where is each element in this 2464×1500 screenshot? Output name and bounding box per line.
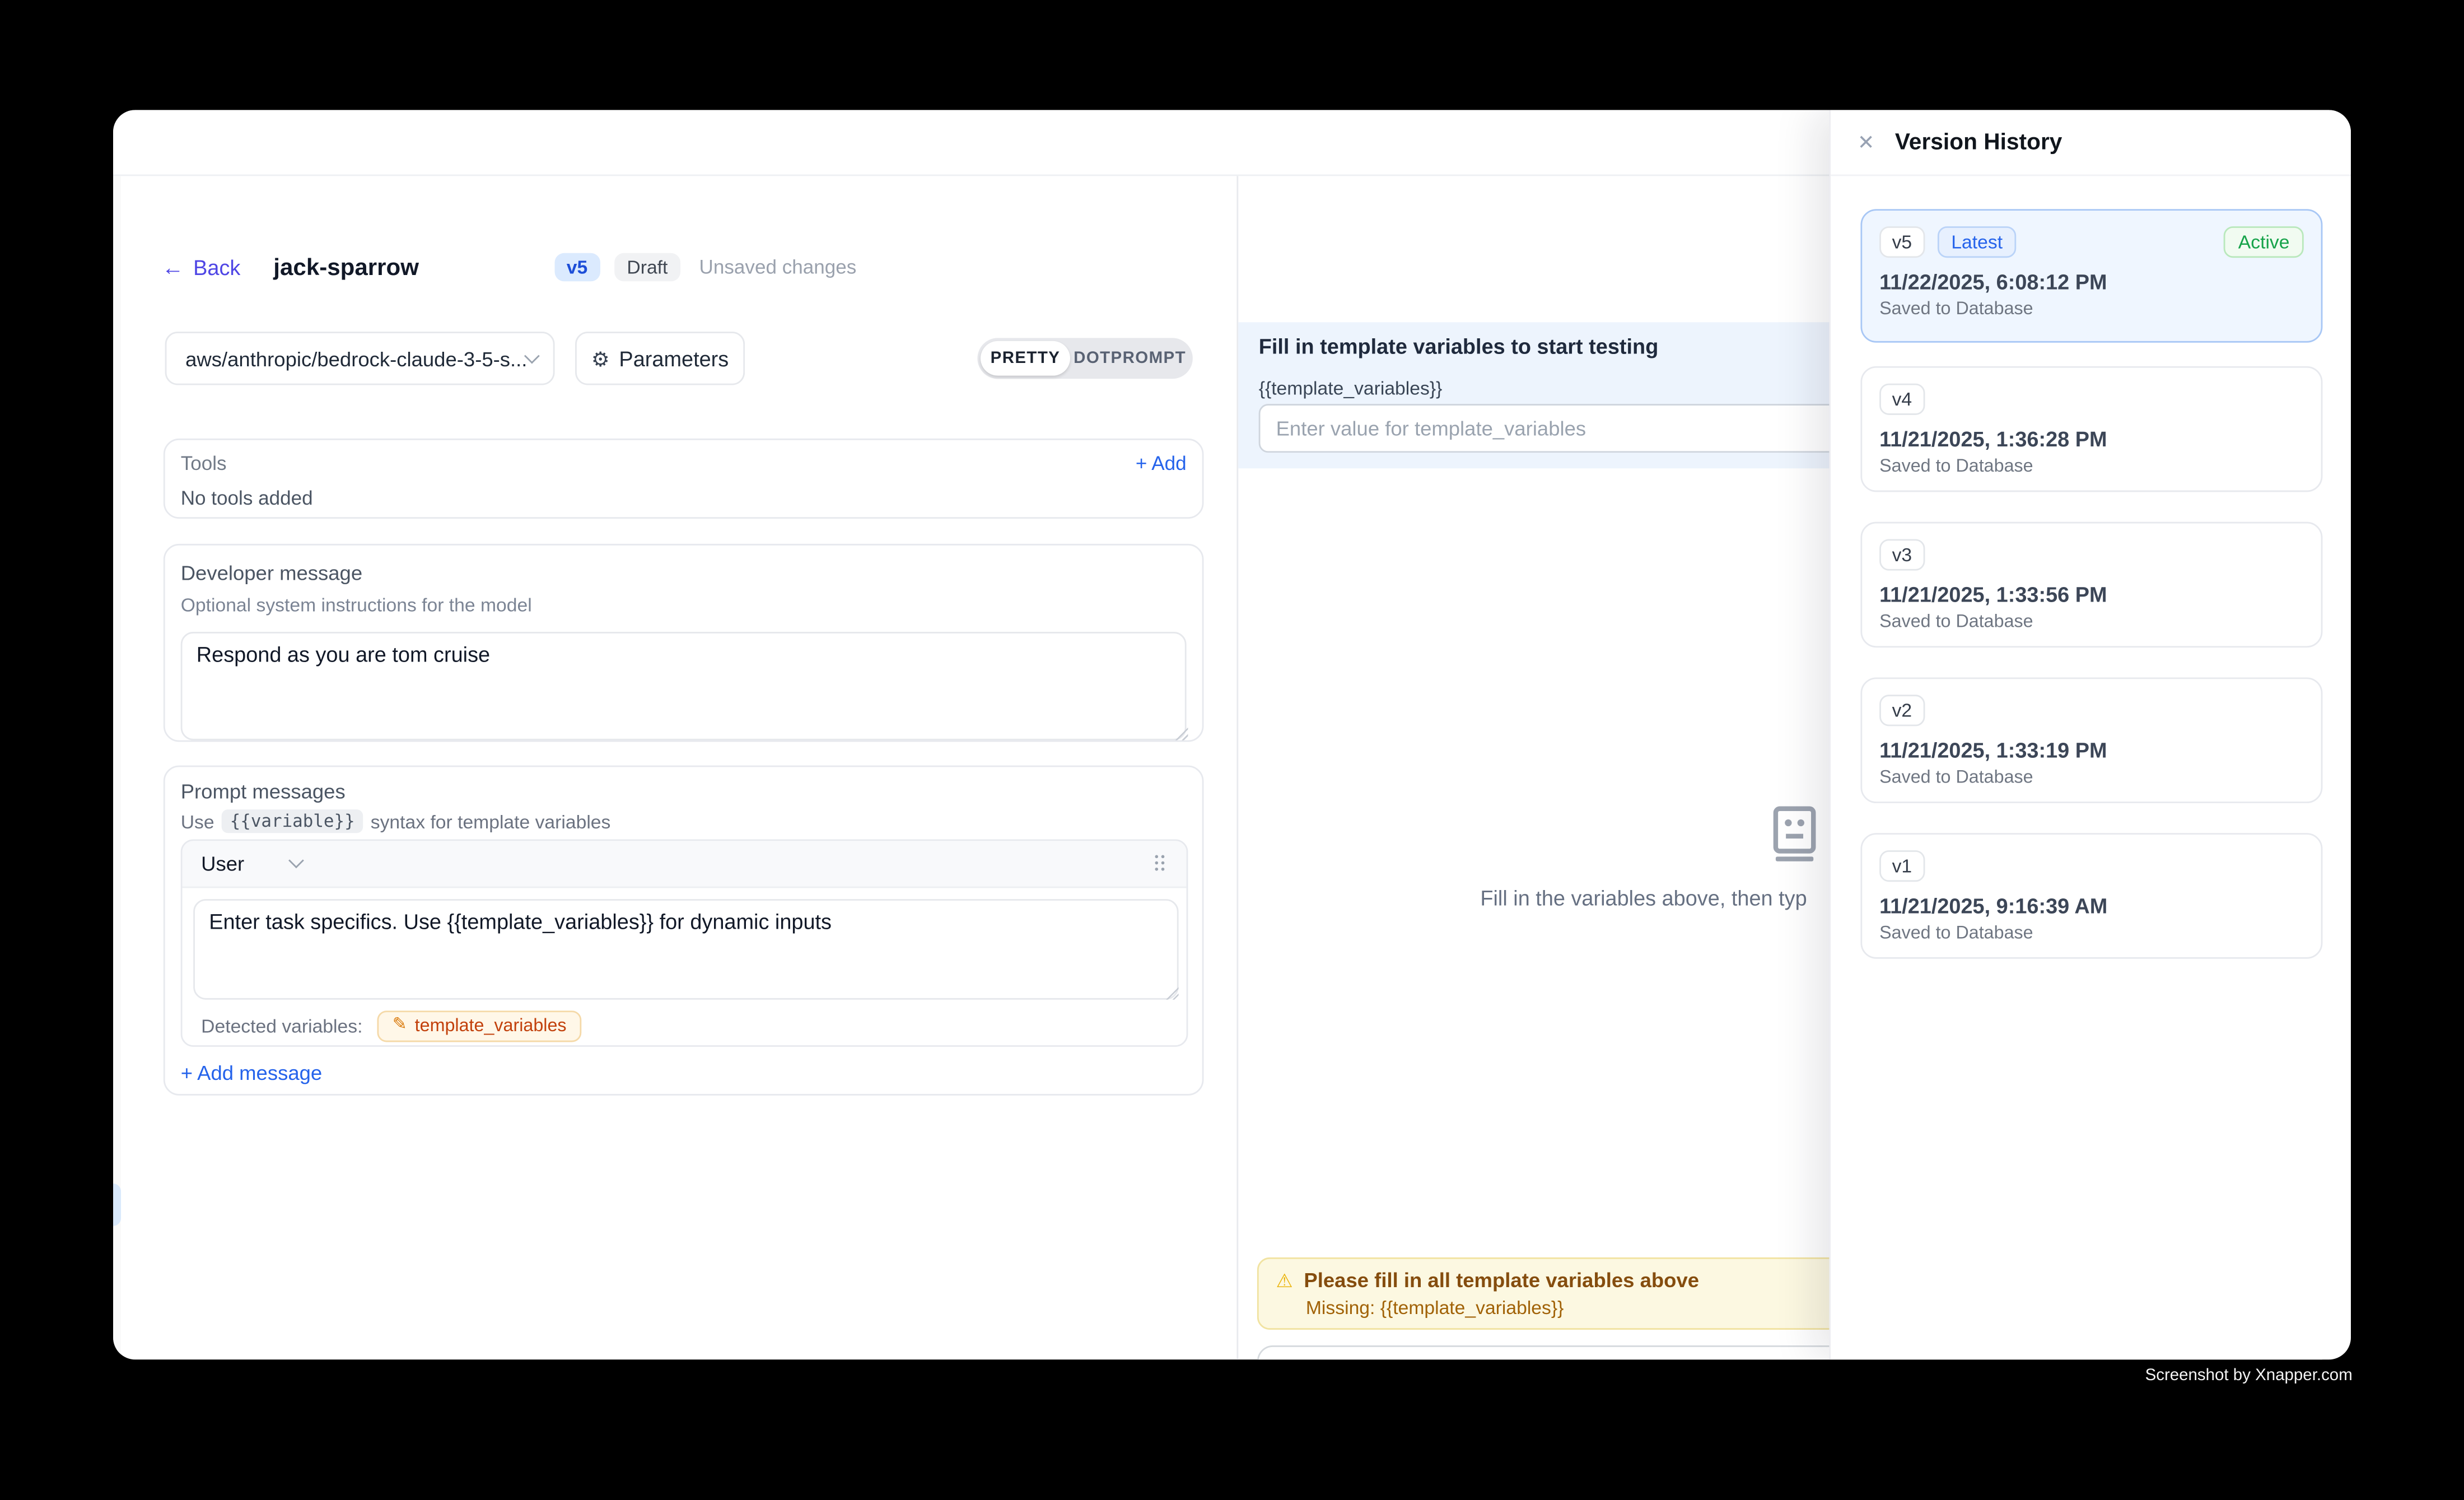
tab-dotprompt[interactable]: DOTPROMPT (1070, 349, 1189, 368)
pencil-icon: ✎ (393, 1017, 407, 1035)
role-select[interactable]: User (201, 852, 244, 875)
add-message-button[interactable]: + Add message (181, 1061, 323, 1084)
version-tag: v4 (1879, 384, 1925, 415)
chevron-down-icon[interactable] (289, 853, 305, 868)
version-status: Saved to Database (1879, 300, 2304, 319)
prompt-hint: Use {{variable}} syntax for template var… (181, 809, 611, 833)
screenshot-stage: ← Back jack-sparrow v5 Draft Unsaved cha… (0, 0, 2464, 1499)
collapsed-sidebar-strip (113, 176, 121, 1359)
active-badge: Active (2224, 226, 2304, 258)
version-date: 11/22/2025, 6:08:12 PM (1879, 271, 2304, 294)
warning-title: Please fill in all template variables ab… (1304, 1269, 1699, 1292)
version-date: 11/21/2025, 1:33:19 PM (1879, 739, 2304, 762)
hint-suffix: syntax for template variables (371, 810, 611, 832)
version-status: Saved to Database (1879, 924, 2304, 943)
back-arrow-icon[interactable]: ← (162, 256, 184, 278)
version-card-v5[interactable]: v5 Latest Active 11/22/2025, 6:08:12 PM … (1860, 209, 2322, 343)
version-tag: v5 (1879, 226, 1925, 258)
back-button[interactable]: Back (193, 255, 240, 279)
version-date: 11/21/2025, 9:16:39 AM (1879, 895, 2304, 918)
version-status: Saved to Database (1879, 768, 2304, 788)
screenshot-watermark: Screenshot by Xnapper.com (2145, 1366, 2353, 1385)
version-card-v2[interactable]: v2 11/21/2025, 1:33:19 PM Saved to Datab… (1860, 677, 2322, 803)
version-date: 11/21/2025, 1:33:56 PM (1879, 583, 2304, 607)
tools-empty-text: No tools added (181, 487, 313, 509)
version-tag: v3 (1879, 539, 1925, 570)
prompt-message-textarea[interactable]: Enter task specifics. Use {{template_var… (193, 899, 1178, 1000)
chevron-down-icon (524, 347, 540, 363)
unsaved-changes-label: Unsaved changes (699, 256, 857, 278)
template-variables-title: Fill in template variables to start test… (1259, 335, 1659, 358)
prompt-messages-card: Prompt messages Use {{variable}} syntax … (164, 766, 1204, 1096)
add-tool-button[interactable]: + Add (1136, 453, 1187, 474)
version-status: Saved to Database (1879, 613, 2304, 632)
bot-face-icon (1770, 807, 1820, 863)
version-history-title: Version History (1895, 130, 2062, 155)
version-history-header: ✕ Version History (1831, 110, 2351, 176)
version-card-v4[interactable]: v4 11/21/2025, 1:36:28 PM Saved to Datab… (1860, 366, 2322, 492)
version-tag: v1 (1879, 850, 1925, 882)
developer-message-textarea[interactable]: Respond as you are tom cruise (181, 632, 1187, 740)
draft-badge: Draft (614, 253, 680, 282)
version-date: 11/21/2025, 1:36:28 PM (1879, 427, 2304, 451)
detected-variables-row: Detected variables: ✎ template_variables (183, 1003, 1187, 1047)
version-badge: v5 (554, 253, 600, 282)
variable-syntax-chip: {{variable}} (222, 809, 363, 833)
developer-message-card: Developer message Optional system instru… (164, 544, 1204, 742)
tools-title: Tools (181, 453, 227, 474)
breadcrumb: ← Back jack-sparrow v5 Draft Unsaved cha… (162, 250, 856, 285)
tab-pretty[interactable]: PRETTY (981, 341, 1070, 376)
app-window: ← Back jack-sparrow v5 Draft Unsaved cha… (113, 110, 2351, 1359)
model-select-value: aws/anthropic/bedrock-claude-3-5-s... (185, 347, 526, 370)
message-role-header: User (183, 841, 1187, 888)
prompt-messages-title: Prompt messages (181, 780, 346, 803)
hint-prefix: Use (181, 810, 214, 832)
page-title: jack-sparrow (273, 254, 419, 281)
latest-badge: Latest (1937, 226, 2017, 258)
parameters-button[interactable]: ⚙ Parameters (575, 332, 745, 385)
version-card-v3[interactable]: v3 11/21/2025, 1:33:56 PM Saved to Datab… (1860, 522, 2322, 647)
template-variable-label: {{template_variables}} (1259, 377, 1443, 399)
gear-icon: ⚙ (591, 348, 610, 369)
warning-icon: ⚠ (1276, 1271, 1293, 1290)
drag-handle-icon[interactable] (1155, 854, 1167, 873)
developer-message-title: Developer message (181, 561, 362, 585)
version-status: Saved to Database (1879, 458, 2304, 477)
format-toggle: PRETTY DOTPROMPT (977, 338, 1192, 379)
sidebar-active-sliver (113, 1184, 121, 1226)
version-tag: v2 (1879, 695, 1925, 726)
developer-message-subtitle: Optional system instructions for the mod… (181, 594, 532, 616)
empty-state-text: Fill in the variables above, then typ (1480, 887, 1807, 910)
tools-card: Tools + Add No tools added (164, 439, 1204, 519)
version-card-v1[interactable]: v1 11/21/2025, 9:16:39 AM Saved to Datab… (1860, 833, 2322, 958)
detected-variables-label: Detected variables: (201, 1014, 362, 1036)
template-variable-name: template_variables (415, 1016, 567, 1035)
parameters-label: Parameters (619, 347, 729, 370)
prompt-message-block: User Enter task specifics. Use {{templat… (181, 839, 1188, 1046)
version-history-panel: ✕ Version History v5 Latest Active 11/22… (1829, 110, 2351, 1359)
template-variable-chip[interactable]: ✎ template_variables (377, 1010, 582, 1041)
close-icon[interactable]: ✕ (1858, 132, 1875, 152)
model-select[interactable]: aws/anthropic/bedrock-claude-3-5-s... (165, 332, 555, 385)
